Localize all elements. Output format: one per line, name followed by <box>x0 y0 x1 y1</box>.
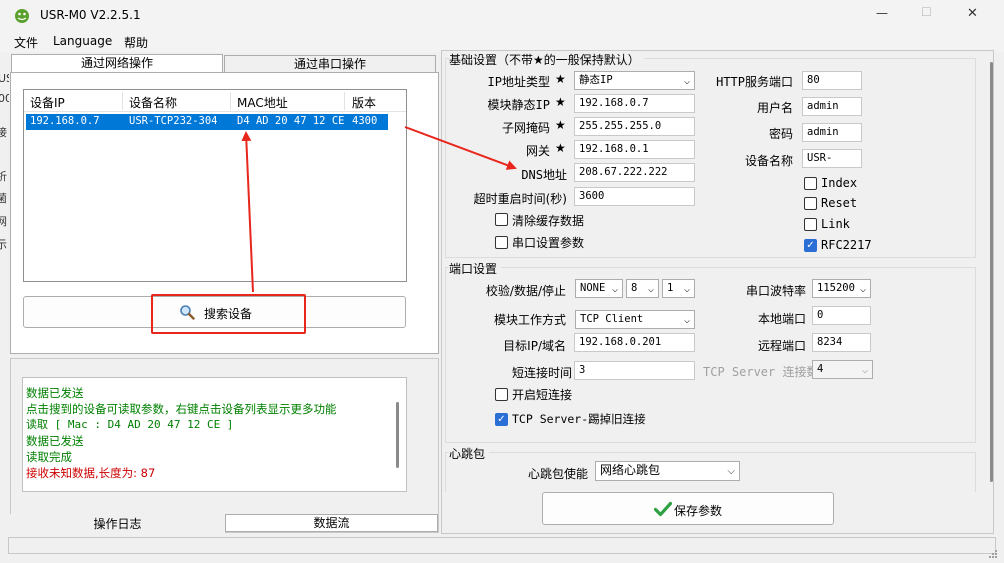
annotation-arrows <box>241 126 517 293</box>
arrow-to-mac <box>241 131 254 293</box>
arrow-to-dns <box>404 126 517 170</box>
